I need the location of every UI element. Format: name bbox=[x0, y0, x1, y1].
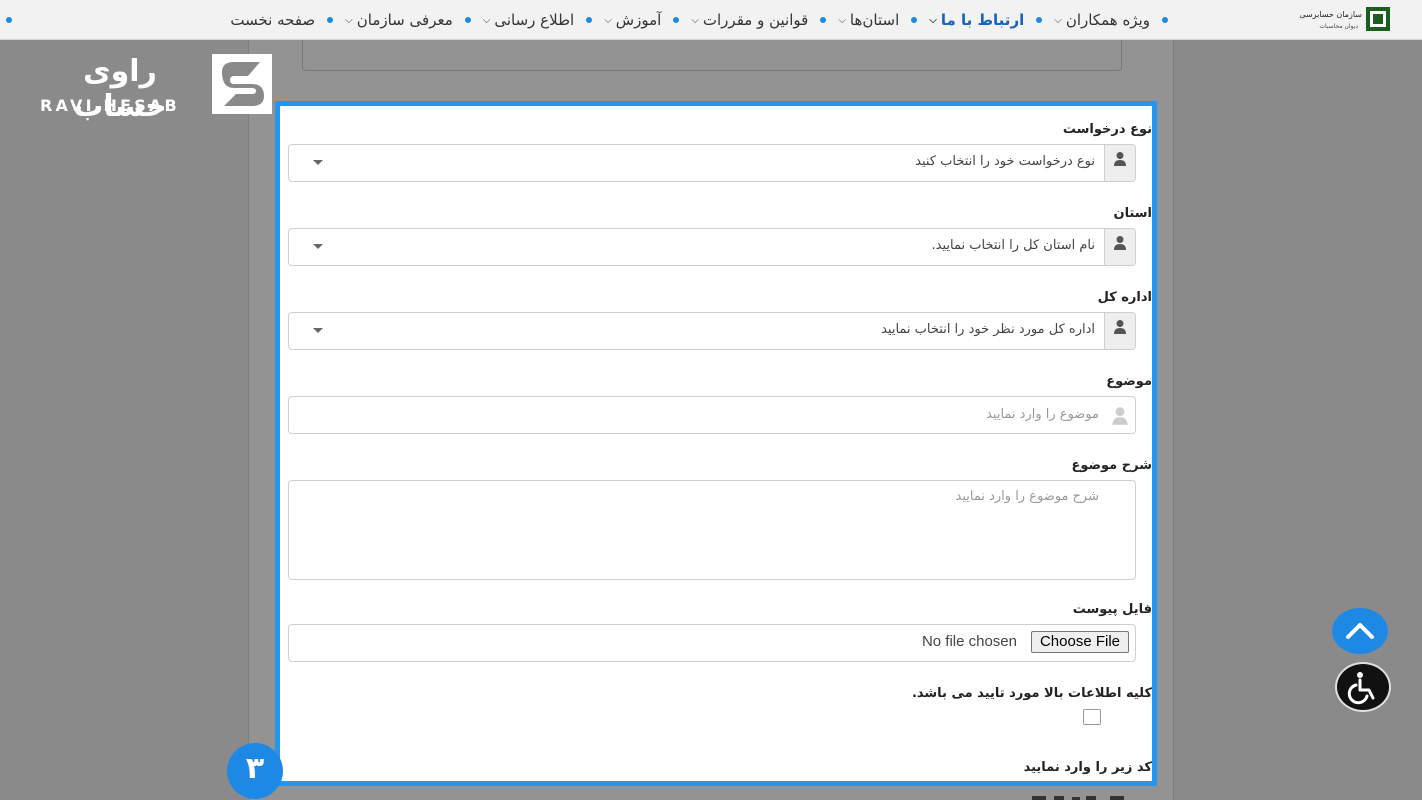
request-type-value: نوع درخواست خود را انتخاب کنید bbox=[915, 154, 1095, 169]
user-icon bbox=[1114, 152, 1126, 166]
province-select[interactable]: نام استان کل را انتخاب نمایید. bbox=[288, 228, 1136, 266]
confirm-checkbox[interactable] bbox=[1083, 709, 1101, 725]
department-addon bbox=[1104, 313, 1135, 349]
nav-item-label: معرفی سازمان bbox=[356, 11, 453, 29]
nav-item-2[interactable]: اطلاع رسانی ⌵ bbox=[483, 11, 574, 29]
nav-item-label: صفحه نخست bbox=[230, 11, 316, 29]
nav-separator-dot bbox=[327, 17, 334, 23]
nav-item-0[interactable]: صفحه نخست bbox=[230, 11, 315, 29]
subject-addon bbox=[1105, 397, 1135, 433]
org-emblem-icon[interactable]: سازمان حسابرسی کشور دیوان محاسبات bbox=[1298, 4, 1394, 36]
captcha-image-edge bbox=[1032, 796, 1124, 800]
chevron-down-icon[interactable] bbox=[313, 160, 323, 165]
previous-field-edge bbox=[302, 40, 1122, 71]
attachment-label: فایل پیوست bbox=[1072, 602, 1152, 617]
svg-text:دیوان محاسبات: دیوان محاسبات bbox=[1319, 23, 1358, 30]
ravi-hesab-logo-icon bbox=[212, 54, 272, 114]
nav-item-6[interactable]: ارتباط با ما ⌵ bbox=[929, 11, 1024, 29]
nav-item-label: استان‌ها bbox=[849, 11, 900, 29]
user-icon bbox=[1112, 407, 1128, 425]
subject-label: موضوع bbox=[1106, 374, 1152, 389]
chevron-up-icon bbox=[1346, 623, 1374, 639]
nav-dot-edge bbox=[6, 17, 12, 23]
nav-separator-dot bbox=[586, 17, 593, 23]
attachment-file-input[interactable]: Choose File No file chosen bbox=[288, 624, 1136, 662]
chevron-down-icon: ⌵ bbox=[604, 14, 612, 26]
subject-input[interactable]: موضوع را وارد نمایید bbox=[288, 396, 1136, 434]
nav-separator-dot bbox=[673, 17, 680, 23]
request-type-label: نوع درخواست bbox=[1062, 122, 1152, 137]
svg-text:سازمان حسابرسی کشور: سازمان حسابرسی کشور bbox=[1298, 10, 1362, 19]
chevron-down-icon: ⌵ bbox=[482, 14, 491, 26]
nav-item-4[interactable]: قوانین و مقررات ⌵ bbox=[691, 11, 808, 29]
nav-item-5[interactable]: استان‌ها ⌵ bbox=[838, 11, 899, 29]
top-navbar: صفحه نخست معرفی سازمان ⌵ اطلاع رسانی ⌵ آموزش ⌵… bbox=[0, 0, 1422, 40]
province-label: استان bbox=[1113, 206, 1152, 221]
nav-item-1[interactable]: معرفی سازمان ⌵ bbox=[345, 11, 453, 29]
nav-separator-dot bbox=[911, 17, 918, 23]
chevron-down-icon: ⌵ bbox=[929, 14, 937, 26]
user-icon bbox=[1114, 236, 1126, 250]
nav-item-3[interactable]: آموزش ⌵ bbox=[604, 11, 661, 29]
request-type-select[interactable]: نوع درخواست خود را انتخاب کنید bbox=[288, 144, 1136, 182]
chevron-down-icon: ⌵ bbox=[345, 14, 353, 26]
description-placeholder: شرح موضوع را وارد نمایید bbox=[955, 489, 1099, 504]
captcha-label: کد زیر را وارد نمایید bbox=[1023, 760, 1152, 775]
user-icon bbox=[1114, 320, 1126, 334]
province-value: نام استان کل را انتخاب نمایید. bbox=[931, 238, 1095, 253]
nav-item-label: ویژه همکاران bbox=[1065, 11, 1150, 29]
chevron-down-icon: ⌵ bbox=[838, 14, 846, 26]
description-textarea[interactable]: شرح موضوع را وارد نمایید bbox=[288, 480, 1136, 580]
province-addon bbox=[1104, 229, 1135, 265]
nav-separator-dot bbox=[1162, 17, 1168, 23]
choose-file-button[interactable]: Choose File bbox=[1030, 631, 1129, 653]
nav-separator-dot bbox=[464, 17, 471, 23]
file-status-text: No file chosen bbox=[921, 633, 1017, 650]
nav-item-label: قوانین و مقررات bbox=[702, 11, 809, 29]
chevron-down-icon: ⌵ bbox=[1054, 14, 1062, 26]
request-type-addon bbox=[1104, 145, 1135, 181]
ravi-hesab-watermark: راوی حساب RAVI HESAB bbox=[36, 54, 276, 124]
accessibility-button[interactable] bbox=[1335, 662, 1391, 712]
chevron-down-icon: ⌵ bbox=[691, 14, 699, 26]
wheelchair-icon bbox=[1347, 672, 1375, 705]
watermark-brand-en: RAVI HESAB bbox=[40, 96, 180, 115]
chevron-down-icon[interactable] bbox=[313, 328, 323, 333]
step-number-badge: ۳ bbox=[227, 743, 283, 799]
nav-separator-dot bbox=[820, 17, 827, 23]
department-select[interactable]: اداره کل مورد نظر خود را انتخاب نمایید bbox=[288, 312, 1136, 350]
nav-menu: صفحه نخست معرفی سازمان ⌵ اطلاع رسانی ⌵ آموزش ⌵… bbox=[230, 0, 1180, 40]
description-label: شرح موضوع bbox=[1071, 458, 1152, 473]
nav-separator-dot bbox=[1036, 17, 1043, 23]
nav-item-label: اطلاع رسانی bbox=[494, 11, 575, 29]
nav-item-7[interactable]: ویژه همکاران ⌵ bbox=[1054, 11, 1150, 29]
nav-item-label: ارتباط با ما bbox=[940, 11, 1025, 29]
subject-placeholder: موضوع را وارد نمایید bbox=[986, 407, 1099, 422]
scroll-to-top-button[interactable] bbox=[1332, 608, 1388, 654]
chevron-down-icon[interactable] bbox=[313, 244, 323, 249]
department-value: اداره کل مورد نظر خود را انتخاب نمایید bbox=[881, 322, 1095, 337]
contact-form-panel: نوع درخواست نوع درخواست خود را انتخاب کن… bbox=[275, 101, 1157, 786]
confirm-label: کلیه اطلاعات بالا مورد تایید می باشد. bbox=[911, 686, 1152, 701]
nav-item-label: آموزش bbox=[615, 11, 662, 29]
department-label: اداره کل bbox=[1097, 290, 1152, 305]
